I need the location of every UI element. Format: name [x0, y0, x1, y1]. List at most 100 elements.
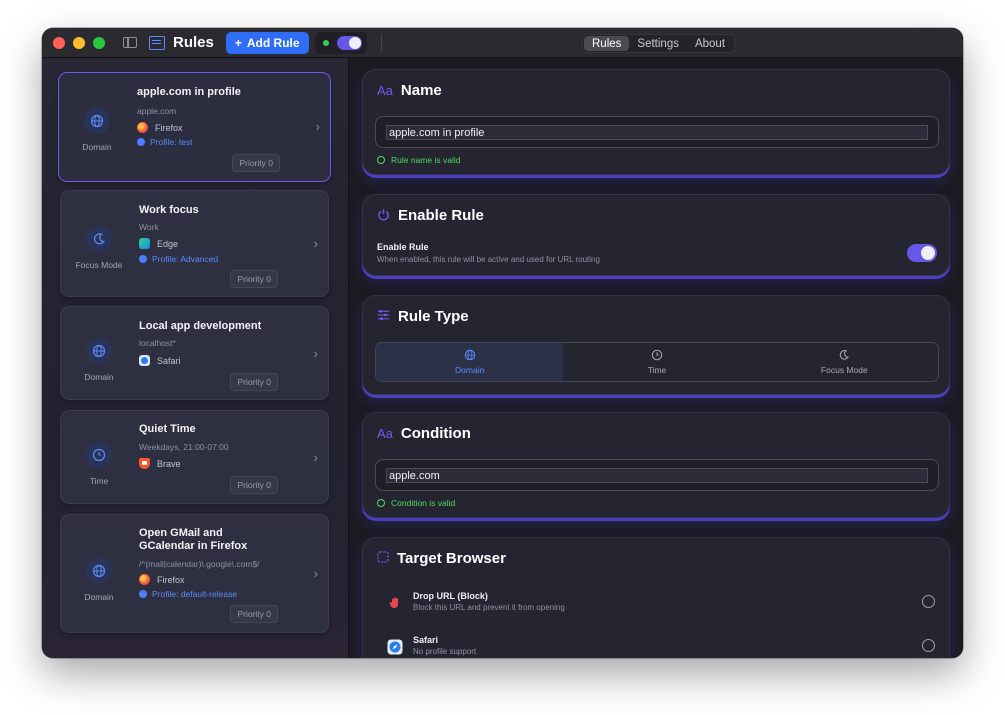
rule-kind: Domain — [72, 108, 122, 152]
enable-section: Enable Rule Enable Rule When enabled, th… — [362, 194, 950, 276]
rule-kind-label: Domain — [82, 142, 112, 152]
rule-browser: Brave — [139, 458, 181, 469]
rule-card[interactable]: Time Quiet Time Weekdays, 21:00-07:00 Br… — [60, 410, 329, 504]
clock-icon — [86, 442, 112, 468]
chevron-right-icon: › — [313, 346, 318, 361]
rule-detail: Aa Name Rule name is valid Enable Rule E… — [350, 58, 963, 658]
rule-browser-name: Firefox — [155, 122, 183, 133]
rule-condition: Weekdays, 21:00-07:00 — [139, 442, 229, 452]
rule-type-label: Time — [647, 365, 667, 375]
zoom-window-button[interactable] — [93, 36, 105, 49]
name-validation: Rule name is valid — [377, 155, 460, 165]
chevron-right-icon: › — [315, 119, 320, 134]
priority-badge: Priority 0 — [230, 373, 278, 391]
hand-block-icon — [387, 595, 403, 611]
rule-type-picker: Domain Time Focus Mode — [375, 342, 939, 382]
window-title: Rules — [173, 34, 214, 51]
target-heading: Target Browser — [397, 550, 506, 567]
enable-rule-toggle[interactable] — [907, 244, 937, 262]
rule-type-time[interactable]: Time — [563, 343, 750, 381]
enable-description: When enabled, this rule will be active a… — [377, 255, 600, 264]
rule-kind: Domain — [74, 338, 124, 382]
rule-type-label: Focus Mode — [820, 365, 868, 375]
rule-profile: Profile: test — [137, 137, 193, 147]
chevron-right-icon: › — [313, 566, 318, 581]
priority-badge: Priority 0 — [230, 270, 278, 288]
rule-condition: localhost* — [139, 338, 176, 348]
globe-icon — [86, 558, 112, 584]
plus-icon: + — [234, 35, 242, 50]
dashed-square-icon — [377, 551, 389, 566]
condition-validation: Condition is valid — [377, 498, 455, 508]
priority-badge: Priority 0 — [232, 154, 280, 172]
rule-profile-label: Profile: Advanced — [152, 254, 219, 264]
routing-toggle[interactable] — [336, 35, 362, 50]
tab-settings[interactable]: Settings — [629, 36, 687, 51]
radio-button[interactable] — [922, 639, 935, 652]
radio-button[interactable] — [922, 595, 935, 608]
rule-name-input[interactable] — [386, 125, 928, 140]
close-window-button[interactable] — [53, 36, 65, 49]
safari-icon — [387, 639, 403, 655]
sidebar-toggle-icon[interactable] — [123, 37, 137, 48]
rule-type-heading: Rule Type — [398, 308, 469, 325]
rule-card[interactable]: Domain Local app development localhost* … — [60, 306, 329, 400]
rule-browser: Edge — [139, 238, 178, 249]
browser-option-subtitle: No profile support — [413, 647, 477, 656]
rule-type-focus-mode[interactable]: Focus Mode — [751, 343, 938, 381]
rule-kind: Domain — [74, 558, 124, 602]
check-circle-icon — [377, 499, 385, 507]
rule-kind-label: Domain — [84, 592, 114, 602]
browser-option-safari[interactable]: Safari No profile support — [383, 633, 943, 658]
browser-option-drop[interactable]: Drop URL (Block) Block this URL and prev… — [383, 589, 943, 619]
rule-profile: Profile: Advanced — [139, 254, 218, 264]
firefox-icon — [139, 574, 150, 585]
rule-condition: apple.com — [137, 106, 177, 116]
enable-label: Enable Rule — [377, 242, 429, 252]
rule-profile-label: Profile: default-release — [152, 589, 238, 599]
rule-kind-label: Time — [89, 476, 109, 486]
text-format-icon: Aa — [377, 83, 393, 98]
rules-list-icon — [149, 35, 165, 50]
rule-title: Local app development — [139, 320, 262, 332]
tab-rules[interactable]: Rules — [584, 36, 630, 51]
tab-about[interactable]: About — [687, 36, 733, 51]
edge-icon — [139, 238, 150, 249]
rule-title: Open GMail and GCalendar in Firefox — [139, 527, 289, 553]
rule-card[interactable]: Domain Open GMail and GCalendar in Firef… — [60, 514, 329, 633]
condition-heading: Condition — [400, 425, 471, 442]
section-heading: Target Browser — [377, 550, 506, 567]
rule-type-section: Rule Type Domain Time Focus Mode — [362, 295, 950, 395]
rule-title: Quiet Time — [139, 423, 196, 435]
rule-profile-label: Profile: test — [150, 137, 193, 147]
safari-icon — [139, 355, 150, 366]
rule-type-domain[interactable]: Domain — [376, 343, 564, 381]
person-icon — [139, 590, 147, 598]
rule-card[interactable]: Domain apple.com in profile apple.com Fi… — [58, 72, 331, 182]
moon-icon — [840, 350, 850, 360]
rule-type-label: Domain — [455, 365, 485, 375]
rule-browser-name: Edge — [157, 238, 179, 249]
firefox-icon — [137, 122, 148, 133]
browser-option-title: Drop URL (Block) — [413, 591, 488, 601]
priority-badge: Priority 0 — [230, 605, 278, 623]
condition-input[interactable] — [386, 468, 928, 483]
rule-condition: /^(mail|calendar)\.google\.com$/ — [139, 559, 260, 569]
name-valid-text: Rule name is valid — [391, 155, 461, 165]
person-icon — [139, 255, 147, 263]
add-rule-label: Add Rule — [246, 35, 300, 50]
rule-profile: Profile: default-release — [139, 589, 237, 599]
rule-title: Work focus — [139, 204, 199, 216]
add-rule-button[interactable]: + Add Rule — [225, 31, 309, 54]
browser-option-title: Safari — [413, 635, 439, 645]
minimize-window-button[interactable] — [73, 36, 85, 49]
app-window: Rules + Add Rule Rules Settings About Do… — [42, 28, 963, 658]
brave-icon — [139, 458, 150, 469]
name-field — [375, 116, 939, 148]
rule-browser-name: Firefox — [157, 574, 185, 585]
status-dot-icon — [322, 39, 329, 46]
text-format-icon: Aa — [377, 426, 393, 441]
window-controls — [53, 36, 105, 49]
rule-card[interactable]: Focus Mode Work focus Work Edge Profile:… — [60, 190, 329, 297]
routing-status-control[interactable] — [314, 31, 367, 54]
